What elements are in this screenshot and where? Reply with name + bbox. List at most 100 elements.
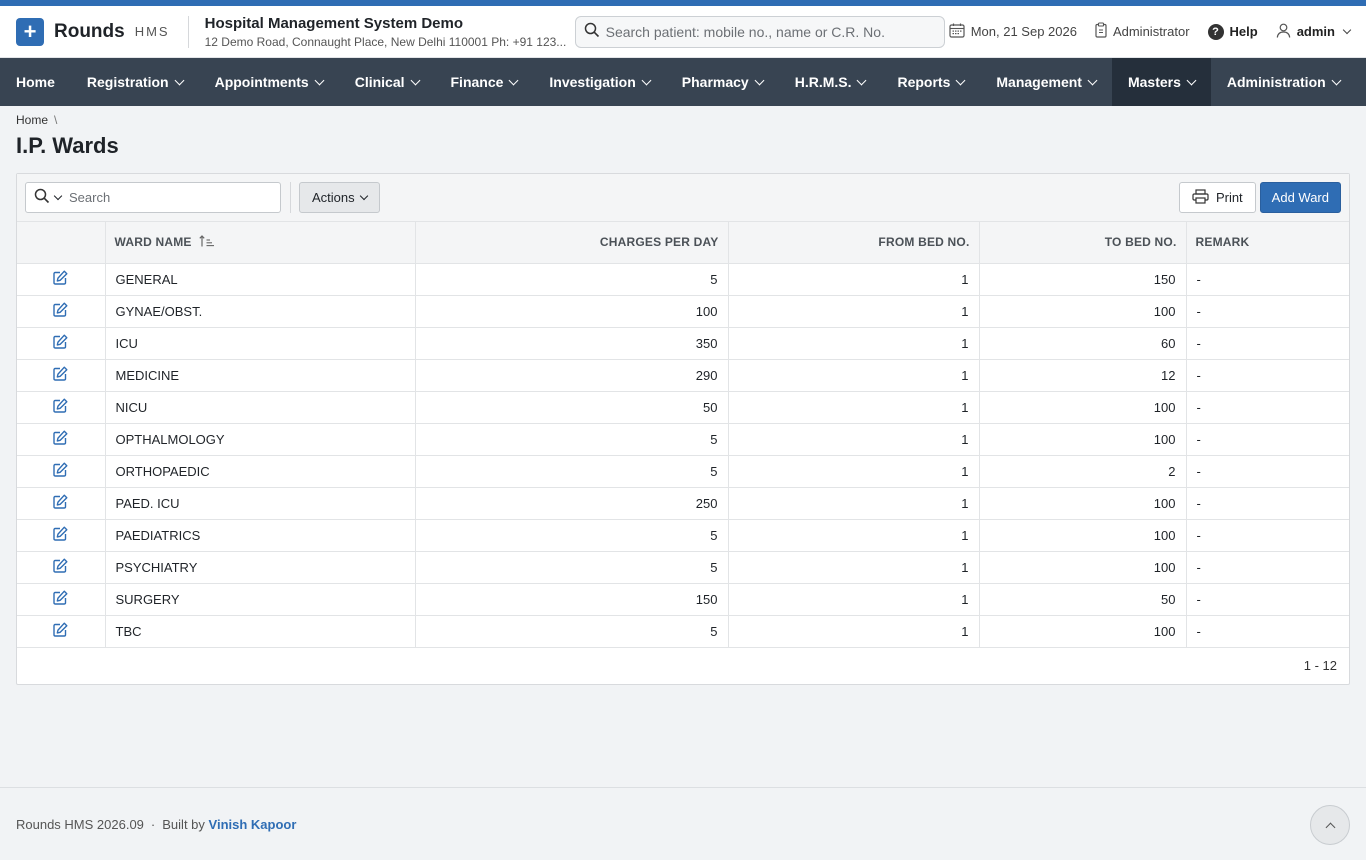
add-ward-button[interactable]: Add Ward (1259, 182, 1341, 213)
ward-name-cell: MEDICINE (105, 359, 416, 392)
charges-cell: 350 (415, 327, 729, 360)
chevron-down-icon[interactable] (53, 191, 63, 200)
edit-cell (17, 551, 106, 584)
table-search[interactable] (25, 182, 281, 213)
nav-registration[interactable]: Registration (71, 58, 199, 106)
ward-name-cell: PAEDIATRICS (105, 519, 416, 552)
header-remark[interactable]: REMARK (1186, 222, 1349, 264)
to-bed-cell: 100 (979, 391, 1187, 424)
search-icon (584, 22, 600, 41)
role-display[interactable]: Administrator (1095, 22, 1190, 41)
remark-cell: - (1186, 455, 1349, 488)
to-bed-cell: 100 (979, 423, 1187, 456)
clipboard-icon (1095, 22, 1107, 41)
date-display: Mon, 21 Sep 2026 (949, 23, 1077, 41)
edit-icon[interactable] (53, 590, 68, 608)
to-bed-cell: 100 (979, 295, 1187, 328)
ward-name-cell: PAED. ICU (105, 487, 416, 520)
from-bed-cell: 1 (728, 295, 980, 328)
calendar-icon (949, 23, 965, 41)
edit-icon[interactable] (53, 366, 68, 384)
username: admin (1296, 24, 1335, 39)
edit-cell (17, 455, 106, 488)
plus-icon[interactable]: + (16, 17, 44, 46)
print-button[interactable]: Print (1178, 182, 1256, 213)
charges-cell: 5 (415, 263, 729, 296)
nav-masters[interactable]: Masters (1111, 58, 1211, 106)
header-charges[interactable]: CHARGES PER DAY (415, 222, 729, 264)
remark-cell: - (1186, 327, 1349, 360)
search-icon[interactable] (34, 188, 50, 207)
actions-button[interactable]: Actions (299, 182, 380, 213)
ward-name-cell: SURGERY (105, 583, 416, 616)
table-row: PAEDIATRICS 5 1 100- (17, 519, 1349, 552)
nav-finance[interactable]: Finance (435, 58, 534, 106)
brand-name[interactable]: Rounds (54, 21, 125, 43)
patient-search-input[interactable] (605, 23, 926, 40)
header-from-bed[interactable]: FROM BED NO. (728, 222, 980, 264)
nav-appointments[interactable]: Appointments (199, 58, 339, 106)
table-row: PAED. ICU 250 1 100- (17, 487, 1349, 520)
to-bed-cell: 12 (979, 359, 1187, 392)
chevron-down-icon (410, 75, 420, 85)
actions-label: Actions (312, 190, 355, 205)
edit-icon[interactable] (53, 398, 68, 416)
ward-name-cell: PSYCHIATRY (105, 551, 416, 584)
nav-investigation[interactable]: Investigation (533, 58, 665, 106)
user-menu[interactable]: admin (1276, 23, 1352, 41)
edit-icon[interactable] (53, 462, 68, 480)
ward-name-cell: NICU (105, 391, 416, 424)
nav-label: Masters (1127, 74, 1181, 90)
edit-icon[interactable] (53, 494, 68, 512)
nav-pharmacy[interactable]: Pharmacy (666, 58, 779, 106)
chevron-down-icon (1331, 75, 1342, 85)
charges-cell: 5 (415, 519, 729, 552)
charges-cell: 290 (415, 359, 729, 392)
edit-icon[interactable] (53, 622, 68, 640)
sort-ascending-icon[interactable] (199, 235, 215, 250)
print-label: Print (1215, 190, 1243, 205)
nav-clinical[interactable]: Clinical (339, 58, 435, 106)
ward-name-cell: TBC (105, 615, 416, 648)
chevron-down-icon (508, 75, 519, 85)
scroll-to-top-button[interactable] (1310, 805, 1350, 845)
nav-administration[interactable]: Administration (1211, 58, 1356, 106)
nav-home[interactable]: Home (0, 58, 71, 106)
edit-icon[interactable] (53, 526, 68, 544)
edit-icon[interactable] (53, 334, 68, 352)
ward-name-cell: ORTHOPAEDIC (105, 455, 416, 488)
footer-author-link[interactable]: Vinish Kapoor (209, 817, 297, 832)
wards-card: Actions Print Add Ward WARD NAME (16, 173, 1350, 685)
edit-cell (17, 583, 106, 616)
chevron-down-icon (1342, 25, 1352, 34)
breadcrumb-home[interactable]: Home (16, 113, 48, 127)
header-to-bed[interactable]: TO BED NO. (979, 222, 1187, 264)
to-bed-cell: 150 (979, 263, 1187, 296)
nav-hrms[interactable]: H.R.M.S. (779, 58, 882, 106)
nav-label: Investigation (549, 74, 636, 90)
nav-label: Management (996, 74, 1082, 90)
charges-cell: 5 (415, 551, 729, 584)
header-ward-name[interactable]: WARD NAME (105, 222, 416, 264)
date-text: Mon, 21 Sep 2026 (970, 24, 1077, 39)
hospital-address: 12 Demo Road, Connaught Place, New Delhi… (204, 34, 567, 49)
nav-reports[interactable]: Reports (881, 58, 980, 106)
table-row: GYNAE/OBST. 100 1 100- (17, 295, 1349, 328)
edit-cell (17, 263, 106, 296)
patient-search[interactable] (574, 15, 945, 48)
edit-icon[interactable] (53, 558, 68, 576)
nav-label: Registration (86, 74, 169, 90)
edit-icon[interactable] (53, 302, 68, 320)
help-link[interactable]: ? Help (1207, 23, 1258, 40)
table-search-input[interactable] (69, 190, 259, 205)
remark-cell: - (1186, 263, 1349, 296)
from-bed-cell: 1 (728, 263, 980, 296)
header-edit (17, 222, 106, 264)
edit-cell (17, 615, 106, 648)
edit-icon[interactable] (53, 430, 68, 448)
charges-cell: 100 (415, 295, 729, 328)
remark-cell: - (1186, 391, 1349, 424)
from-bed-cell: 1 (728, 487, 980, 520)
nav-management[interactable]: Management (980, 58, 1112, 106)
edit-icon[interactable] (53, 270, 68, 288)
